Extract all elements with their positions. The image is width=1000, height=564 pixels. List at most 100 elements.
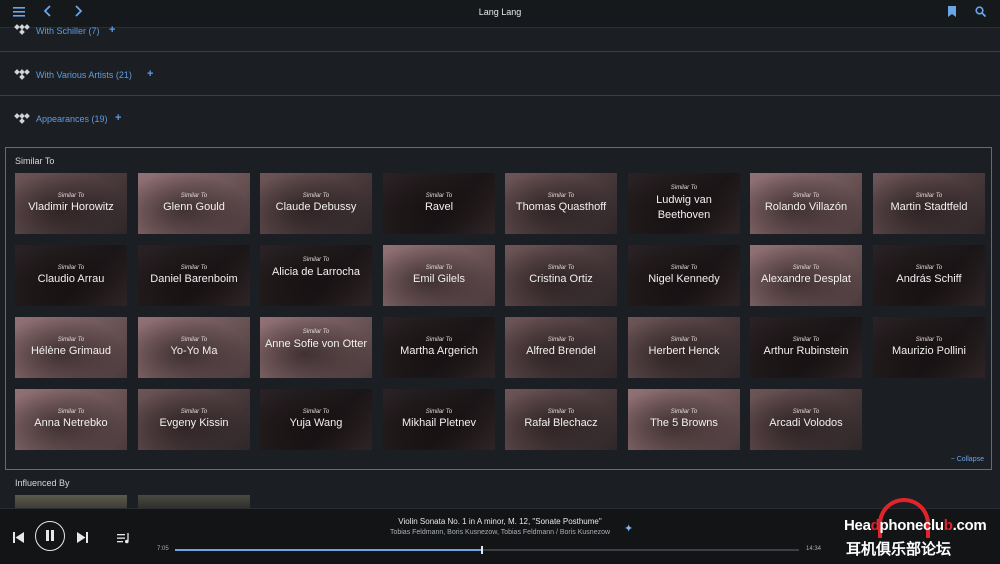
- similar-artist-tile[interactable]: Similar To Nigel Kennedy: [628, 245, 740, 306]
- tile-artist-name: Mikhail Pletnev: [402, 417, 476, 429]
- similar-artist-tile[interactable]: Similar To Herbert Henck: [628, 317, 740, 378]
- tile-artist-name: Vladimir Horowitz: [28, 201, 114, 213]
- tile-subtitle: Similar To: [547, 265, 575, 271]
- similar-artist-tile[interactable]: Similar To Alexandre Desplat: [750, 245, 862, 306]
- similar-artist-tile[interactable]: Similar To Arthur Rubinstein: [750, 317, 862, 378]
- tile-subtitle: Similar To: [57, 337, 85, 343]
- tile-artist-name: Yo-Yo Ma: [170, 345, 218, 357]
- similar-artist-tile[interactable]: Similar To Yuja Wang: [260, 389, 372, 450]
- similar-artist-tile[interactable]: Similar To Ravel: [383, 173, 495, 234]
- similar-artist-tile[interactable]: Similar To Hélène Grimaud: [15, 317, 127, 378]
- tile-subtitle: Similar To: [915, 337, 943, 343]
- tile-subtitle: Similar To: [547, 193, 575, 199]
- expand-plus-icon[interactable]: +: [115, 112, 121, 124]
- influenced-section-title: Influenced By: [15, 478, 70, 488]
- tidal-icon: [14, 113, 31, 124]
- tile-artist-name: Cristina Ortiz: [529, 273, 593, 285]
- tile-artist-name: Alfred Brendel: [526, 345, 596, 357]
- expand-plus-icon[interactable]: +: [109, 24, 115, 36]
- similar-artist-tile[interactable]: Similar To Evgeny Kissin: [138, 389, 250, 450]
- similar-artist-tile[interactable]: Similar To Mikhail Pletnev: [383, 389, 495, 450]
- similar-artist-tile[interactable]: Similar To Arcadi Volodos: [750, 389, 862, 450]
- tile-artist-name: Martin Stadtfeld: [890, 201, 968, 213]
- tile-subtitle: Similar To: [57, 409, 85, 415]
- tile-artist-name: Glenn Gould: [163, 201, 225, 213]
- tile-subtitle: Similar To: [180, 193, 208, 199]
- tile-artist-name: Hélène Grimaud: [30, 345, 112, 357]
- section-with-various-artists[interactable]: With Various Artists (21) +: [0, 52, 1000, 96]
- section-appearances[interactable]: Appearances (19) +: [0, 96, 1000, 139]
- tile-artist-name: Ludwig van Beethoven: [656, 194, 712, 221]
- tile-artist-name: Nigel Kennedy: [648, 273, 720, 285]
- tile-artist-name: Anna Netrebko: [34, 417, 108, 429]
- similar-artist-tile[interactable]: Similar To Martin Stadtfeld: [873, 173, 985, 234]
- collapse-button[interactable]: − Collapse: [951, 456, 984, 463]
- similar-artist-tile[interactable]: Similar To Thomas Quasthoff: [505, 173, 617, 234]
- section-label[interactable]: With Schiller (7): [36, 26, 100, 36]
- similar-artist-tile[interactable]: Similar To Daniel Barenboim: [138, 245, 250, 306]
- similar-artist-tile[interactable]: Similar To András Schiff: [873, 245, 985, 306]
- tile-subtitle: Similar To: [792, 337, 820, 343]
- tile-subtitle: Similar To: [425, 265, 453, 271]
- tile-subtitle: Similar To: [915, 193, 943, 199]
- similar-section-title: Similar To: [15, 156, 55, 166]
- similar-artist-tile[interactable]: Similar To Martha Argerich: [383, 317, 495, 378]
- tile-subtitle: Similar To: [670, 265, 698, 271]
- tile-subtitle: Similar To: [57, 265, 85, 271]
- tile-subtitle: Similar To: [670, 185, 698, 191]
- tile-subtitle: Similar To: [180, 409, 208, 415]
- watermark-cn-text: 耳机俱乐部论坛: [846, 541, 952, 558]
- tile-artist-name: The 5 Browns: [650, 417, 718, 429]
- expand-plus-icon[interactable]: +: [147, 68, 153, 80]
- tile-artist-name: Martha Argerich: [400, 345, 478, 357]
- similar-artist-tile[interactable]: Similar To Ludwig van Beethoven: [628, 173, 740, 234]
- section-label[interactable]: Appearances (19): [36, 114, 108, 124]
- similar-artist-tile[interactable]: Similar To Claude Debussy: [260, 173, 372, 234]
- similar-artist-tile[interactable]: Similar To Yo-Yo Ma: [138, 317, 250, 378]
- similar-artist-tile[interactable]: Similar To Rafał Blechacz: [505, 389, 617, 450]
- sparkle-icon: ✦: [624, 523, 634, 535]
- tile-subtitle: Similar To: [792, 193, 820, 199]
- section-with-schiller[interactable]: With Schiller (7) +: [0, 9, 1000, 52]
- similar-artist-tile[interactable]: Similar To Alfred Brendel: [505, 317, 617, 378]
- similar-artist-tile[interactable]: Similar To Vladimir Horowitz: [15, 173, 127, 234]
- tile-subtitle: Similar To: [180, 265, 208, 271]
- similar-artist-tile[interactable]: Similar To Emil Gilels: [383, 245, 495, 306]
- tile-subtitle: Similar To: [547, 337, 575, 343]
- tile-artist-name: Ravel: [424, 201, 454, 213]
- tile-artist-name: Evgeny Kissin: [159, 417, 229, 429]
- similar-artist-tile[interactable]: Similar To Anne Sofie von Otter: [260, 317, 372, 378]
- influenced-artist-tile[interactable]: [15, 495, 127, 509]
- similar-artist-tile[interactable]: Similar To Claudio Arrau: [15, 245, 127, 306]
- watermark-text: Headphoneclub.com: [844, 517, 987, 534]
- tile-artist-name: Thomas Quasthoff: [515, 201, 607, 213]
- tile-artist-name: Maurizio Pollini: [892, 345, 966, 357]
- similar-artist-tile[interactable]: Similar To The 5 Browns: [628, 389, 740, 450]
- tile-subtitle: Similar To: [302, 257, 330, 263]
- influenced-artist-tile[interactable]: [138, 495, 250, 509]
- similar-artist-tile[interactable]: Similar To Cristina Ortiz: [505, 245, 617, 306]
- tile-artist-name: Rafał Blechacz: [524, 417, 598, 429]
- similar-artist-tile[interactable]: Similar To Alicia de Larrocha: [260, 245, 372, 306]
- tile-artist-name: András Schiff: [896, 273, 962, 285]
- progress-handle[interactable]: [480, 546, 483, 554]
- tile-subtitle: Similar To: [425, 409, 453, 415]
- similar-artist-tile[interactable]: Similar To Anna Netrebko: [15, 389, 127, 450]
- tile-artist-name: Daniel Barenboim: [150, 273, 238, 285]
- tile-subtitle: Similar To: [425, 193, 453, 199]
- section-label[interactable]: With Various Artists (21): [36, 70, 132, 80]
- tile-artist-name: Yuja Wang: [289, 417, 343, 429]
- similar-artist-tile[interactable]: Similar To Rolando Villazón: [750, 173, 862, 234]
- tile-subtitle: Similar To: [670, 409, 698, 415]
- progress-bar[interactable]: [175, 546, 799, 554]
- similar-artist-tile[interactable]: Similar To Glenn Gould: [138, 173, 250, 234]
- tile-subtitle: Similar To: [425, 337, 453, 343]
- tile-subtitle: Similar To: [302, 193, 330, 199]
- similar-artist-tile[interactable]: Similar To Maurizio Pollini: [873, 317, 985, 378]
- tile-artist-name: Claude Debussy: [275, 201, 357, 213]
- tile-artist-name: Alicia de Larrocha: [271, 266, 361, 278]
- tile-subtitle: Similar To: [302, 329, 330, 335]
- tile-subtitle: Similar To: [670, 337, 698, 343]
- tile-artist-name: Anne Sofie von Otter: [264, 338, 368, 350]
- tile-subtitle: Similar To: [302, 409, 330, 415]
